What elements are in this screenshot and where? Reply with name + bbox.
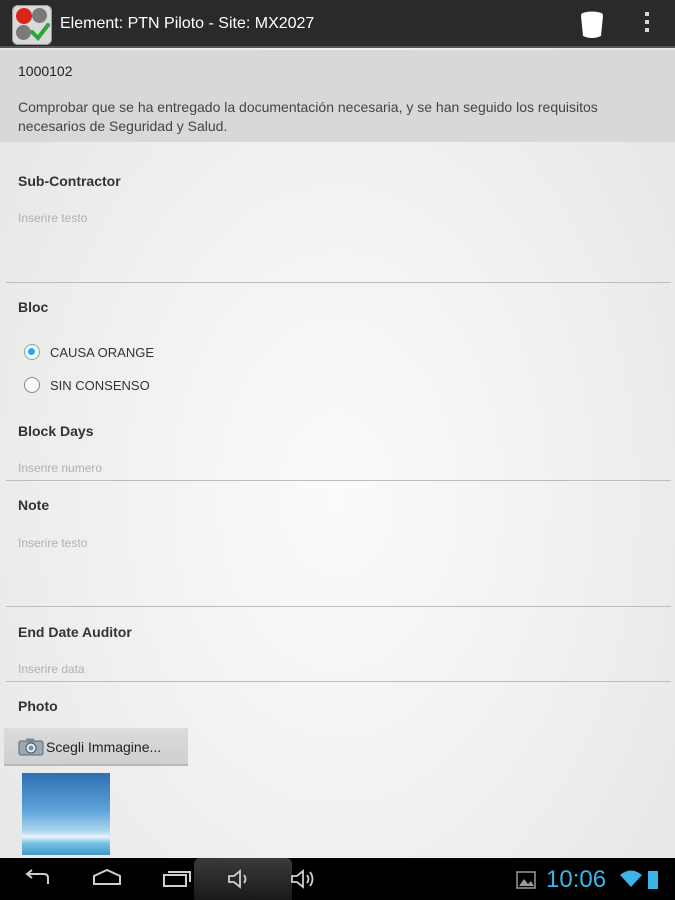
subcontractor-label: Sub-Contractor: [18, 173, 121, 189]
end-date-underline: [6, 681, 671, 682]
app-title: Element: PTN Piloto - Site: MX2027: [60, 15, 315, 32]
note-underline: [6, 606, 671, 607]
note-label: Note: [18, 497, 50, 513]
subcontractor-underline: [6, 282, 671, 283]
subcontractor-input[interactable]: Inserire testo: [18, 211, 87, 225]
choose-image-label: Scegli Immagine...: [46, 739, 162, 755]
radio-sin-consenso-label[interactable]: SIN CONSENSO: [50, 378, 150, 393]
radio-sin-consenso[interactable]: [24, 377, 40, 393]
back-icon[interactable]: [20, 866, 54, 892]
end-date-label: End Date Auditor: [18, 624, 132, 640]
battery-icon: [648, 869, 658, 889]
clock: 10:06: [546, 866, 607, 893]
item-description: Comprobar que se ha entregado la documen…: [18, 99, 598, 134]
action-bar: Element: PTN Piloto - Site: MX2027: [0, 0, 675, 48]
camera-icon: [18, 738, 44, 756]
radio-causa-orange[interactable]: [24, 344, 40, 360]
app-logo-icon[interactable]: [12, 5, 52, 45]
checklist-header: 1000102 Comprobar que se ha entregado la…: [0, 50, 675, 142]
photo-thumbnail[interactable]: [22, 773, 110, 855]
note-input[interactable]: Inserire testo: [18, 536, 87, 550]
volume-down-icon[interactable]: [225, 866, 259, 892]
recents-icon[interactable]: [160, 866, 194, 892]
home-icon[interactable]: [90, 866, 124, 892]
radio-causa-orange-label[interactable]: CAUSA ORANGE: [50, 345, 154, 360]
volume-up-icon[interactable]: [288, 866, 322, 892]
photo-label: Photo: [18, 698, 58, 714]
bloc-label: Bloc: [18, 299, 49, 315]
item-id: 1000102: [18, 63, 73, 79]
block-days-label: Block Days: [18, 423, 94, 439]
choose-image-button[interactable]: Scegli Immagine...: [4, 728, 188, 766]
trash-icon[interactable]: [578, 10, 606, 40]
block-days-input[interactable]: Inserire numero: [18, 461, 102, 475]
gallery-icon: [516, 871, 536, 889]
block-days-underline: [6, 480, 671, 481]
overflow-menu-icon[interactable]: [640, 12, 654, 38]
end-date-input[interactable]: Inserire data: [18, 662, 85, 676]
wifi-icon: [620, 870, 642, 887]
